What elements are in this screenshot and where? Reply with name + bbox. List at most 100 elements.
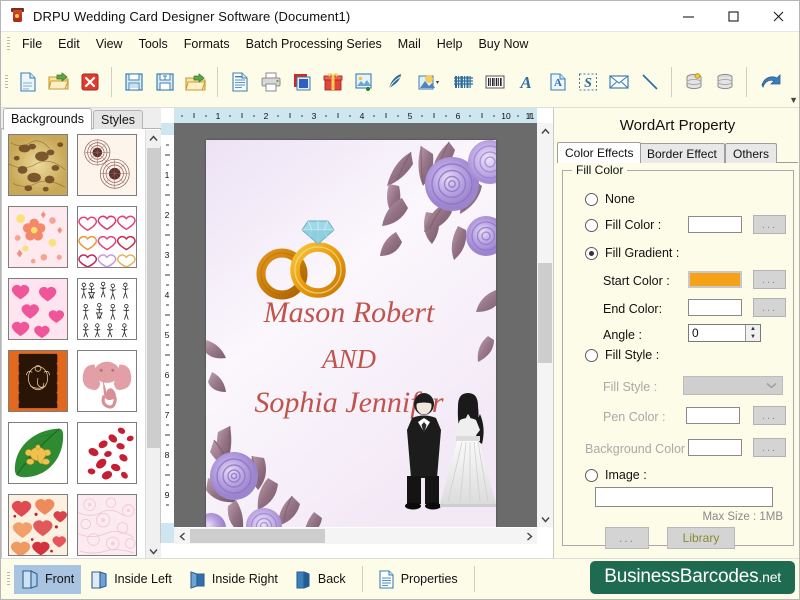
pen-icon[interactable] <box>380 65 409 99</box>
fill-style-dropdown[interactable] <box>683 376 783 395</box>
background-thumb-wedding-couple-sketches[interactable] <box>77 278 137 340</box>
save-as-icon[interactable] <box>150 65 179 99</box>
shape-picture-icon[interactable] <box>411 65 447 99</box>
menu-view[interactable]: View <box>88 34 131 54</box>
menu-buy-now[interactable]: Buy Now <box>470 34 536 54</box>
scrollbar-thumb[interactable] <box>538 263 552 363</box>
background-thumb-pink-hearts[interactable] <box>8 278 68 340</box>
scrollbar-thumb[interactable] <box>147 148 160 448</box>
start-color-swatch[interactable] <box>688 271 742 288</box>
scroll-down-icon[interactable] <box>537 511 553 527</box>
background-color-swatch[interactable] <box>688 439 742 456</box>
envelope-icon[interactable] <box>604 65 633 99</box>
card-face-back[interactable]: Back <box>287 565 353 594</box>
angle-stepper[interactable]: 0 ▲ ▼ <box>688 324 761 342</box>
redo-icon[interactable] <box>792 65 800 99</box>
menu-tools[interactable]: Tools <box>131 34 176 54</box>
start-color-browse-button[interactable]: ... <box>753 270 786 289</box>
background-thumb-soft-pink-floral-texture[interactable] <box>77 494 137 556</box>
spin-up-icon[interactable]: ▲ <box>746 325 760 333</box>
card-face-front[interactable]: Front <box>14 565 81 594</box>
radio-none[interactable] <box>585 193 598 206</box>
close-document-icon[interactable] <box>75 65 104 99</box>
background-thumb-red-rose-petals[interactable] <box>77 422 137 484</box>
canvas-horizontal-scrollbar[interactable] <box>174 528 537 544</box>
maximize-icon[interactable] <box>711 1 756 32</box>
tab-styles[interactable]: Styles <box>93 110 143 129</box>
minimize-icon[interactable] <box>666 1 711 32</box>
database-key-icon[interactable] <box>679 65 708 99</box>
text-box-icon[interactable]: A <box>542 65 571 99</box>
print-icon[interactable] <box>256 65 285 99</box>
barcode-wave-icon[interactable] <box>449 65 478 99</box>
pen-color-browse-button[interactable]: ... <box>753 406 786 425</box>
background-thumb-ganesha-on-leaf[interactable] <box>8 422 68 484</box>
card-face-inside-right[interactable]: Inside Right <box>181 565 285 594</box>
tab-color-effects[interactable]: Color Effects <box>557 142 641 163</box>
image-browse-button[interactable]: ... <box>605 527 649 549</box>
new-document-icon[interactable] <box>13 65 42 99</box>
menu-grip[interactable] <box>7 37 10 51</box>
statusbar-grip[interactable] <box>7 572 10 586</box>
scroll-up-icon[interactable] <box>146 130 161 146</box>
library-button[interactable]: Library <box>667 527 735 549</box>
scrollbar-thumb[interactable] <box>190 529 325 543</box>
tab-border-effect[interactable]: Border Effect <box>639 143 725 163</box>
save-icon[interactable] <box>119 65 148 99</box>
scroll-left-icon[interactable] <box>174 528 190 544</box>
menu-mail[interactable]: Mail <box>390 34 429 54</box>
radio-fill-style[interactable] <box>585 349 598 362</box>
scroll-down-icon[interactable] <box>146 543 161 559</box>
close-icon[interactable] <box>756 1 800 32</box>
menu-formats[interactable]: Formats <box>176 34 238 54</box>
gift-icon[interactable] <box>318 65 347 99</box>
canvas-vertical-scrollbar[interactable] <box>537 123 553 527</box>
undo-icon[interactable] <box>754 65 790 99</box>
menu-file[interactable]: File <box>14 34 50 54</box>
card-templates-icon[interactable] <box>287 65 316 99</box>
scroll-up-icon[interactable] <box>537 123 553 139</box>
toolbar-overflow-icon[interactable]: ▼ <box>789 95 798 105</box>
export-folder-icon[interactable] <box>181 65 210 99</box>
menu-help[interactable]: Help <box>429 34 471 54</box>
scroll-right-icon[interactable] <box>521 528 537 544</box>
radio-row-fill-style[interactable]: Fill Style : <box>563 343 795 367</box>
radio-row-fill-gradient[interactable]: Fill Gradient : <box>563 241 795 265</box>
text-icon[interactable]: A <box>511 65 540 99</box>
fill-color-swatch[interactable] <box>688 216 742 233</box>
background-thumb-golden-butterfly-pattern[interactable] <box>8 134 68 196</box>
background-thumb-orange-ganesha-banner[interactable] <box>8 350 68 412</box>
image-path-input[interactable] <box>595 487 773 507</box>
add-image-icon[interactable] <box>349 65 378 99</box>
angle-spin-buttons[interactable]: ▲ ▼ <box>745 325 760 341</box>
card-viewport[interactable]: Mason Robert AND Sophia Jennifer <box>174 123 537 527</box>
barcode-icon[interactable] <box>480 65 509 99</box>
background-thumb-brown-lace-flowers[interactable] <box>77 134 137 196</box>
menu-batch-processing-series[interactable]: Batch Processing Series <box>238 34 390 54</box>
card-face-inside-left[interactable]: Inside Left <box>83 565 179 594</box>
background-thumb-pink-yellow-blossoms[interactable] <box>8 206 68 268</box>
tab-others[interactable]: Others <box>725 143 777 163</box>
radio-row-image[interactable]: Image : <box>563 463 795 487</box>
radio-image[interactable] <box>585 469 598 482</box>
wordart-icon[interactable]: S <box>573 65 602 99</box>
fill-color-browse-button[interactable]: ... <box>753 215 786 234</box>
database-icon[interactable] <box>710 65 739 99</box>
pen-color-swatch[interactable] <box>686 407 740 424</box>
spin-down-icon[interactable]: ▼ <box>746 333 760 341</box>
background-color-browse-button[interactable]: ... <box>753 438 786 457</box>
end-color-browse-button[interactable]: ... <box>753 298 786 317</box>
print-preview-icon[interactable] <box>225 65 254 99</box>
radio-fill-gradient[interactable] <box>585 247 598 260</box>
toolbar-grip[interactable] <box>5 75 8 89</box>
radio-row-none[interactable]: None <box>563 187 795 211</box>
angle-value[interactable]: 0 <box>689 326 699 340</box>
line-icon[interactable] <box>635 65 664 99</box>
wedding-card-front[interactable]: Mason Robert AND Sophia Jennifer <box>206 140 496 527</box>
background-thumb-patterned-hearts[interactable] <box>8 494 68 556</box>
properties-button[interactable]: Properties <box>370 565 465 594</box>
radio-fill-color[interactable] <box>585 219 598 232</box>
background-thumb-colored-heart-outlines[interactable] <box>77 206 137 268</box>
open-folder-icon[interactable] <box>44 65 73 99</box>
end-color-swatch[interactable] <box>688 299 742 316</box>
